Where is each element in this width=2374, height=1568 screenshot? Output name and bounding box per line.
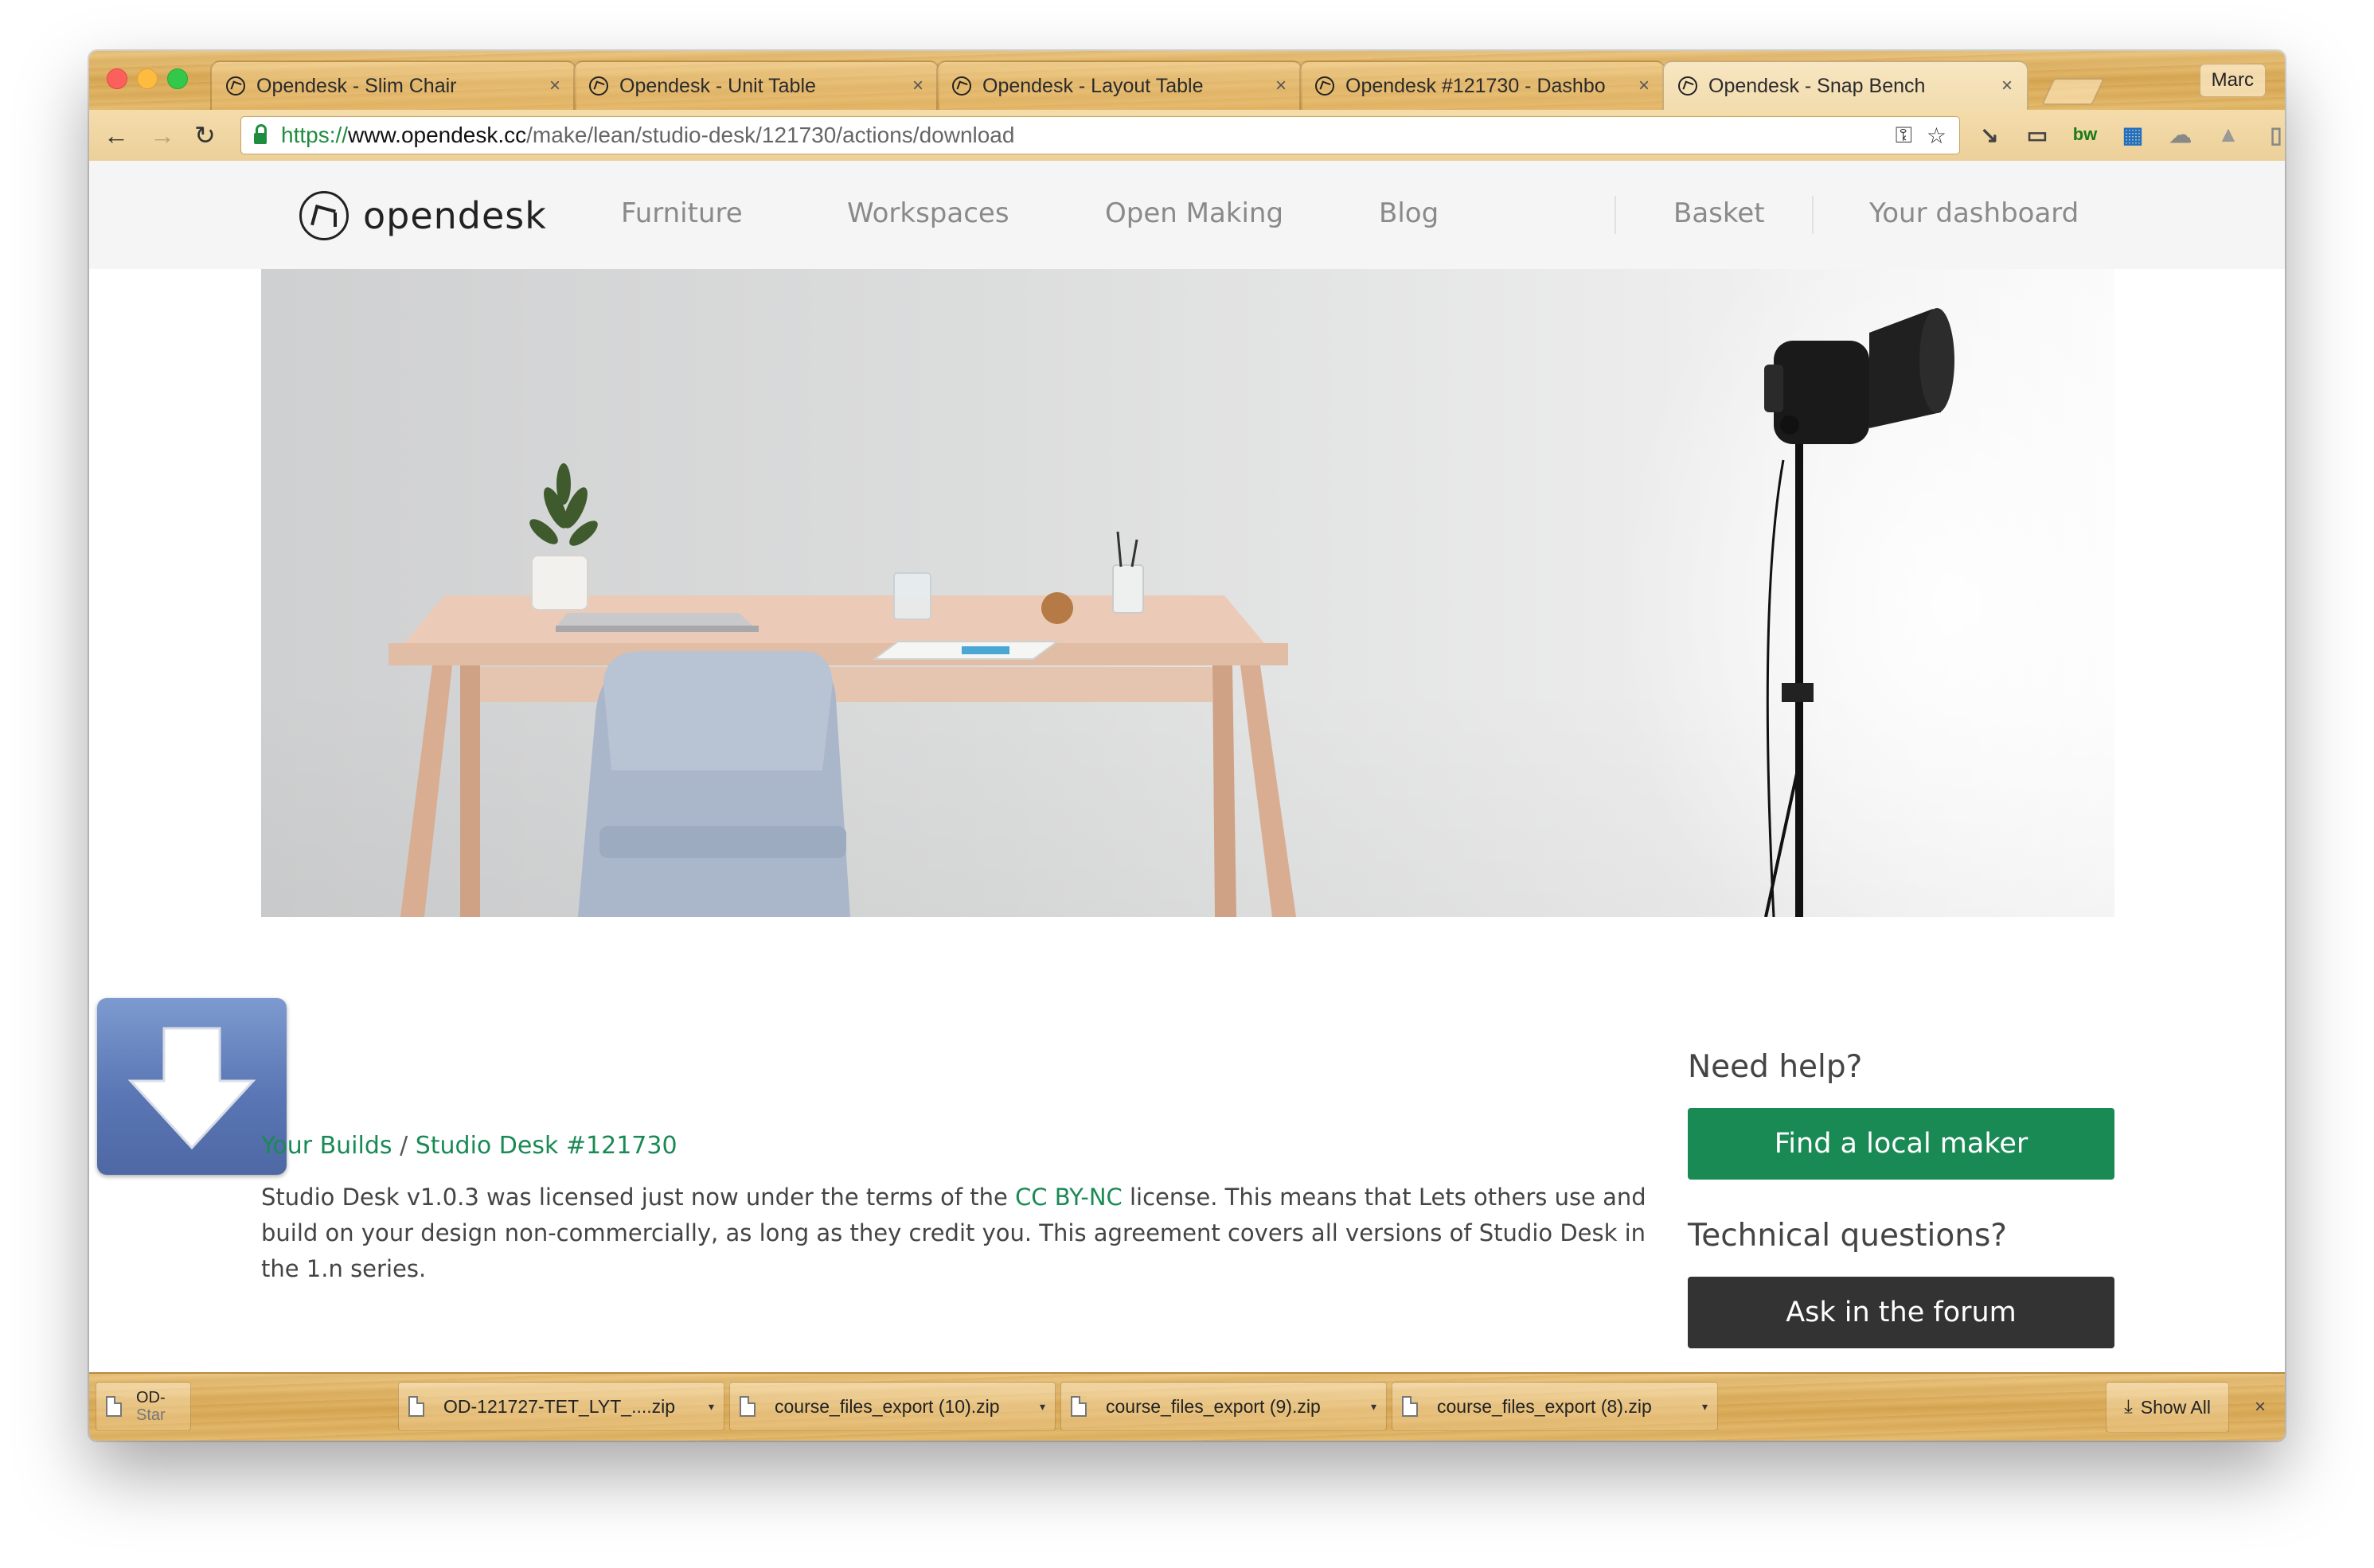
reload-icon[interactable]: ↻: [194, 121, 216, 150]
browser-toolbar: ← → ↻ https://www.opendesk.cc/make/lean/…: [89, 110, 2285, 162]
tab-title: Opendesk - Unit Table: [619, 74, 816, 97]
download-icon: ⤓: [2124, 1396, 2133, 1418]
nav-blog[interactable]: Blog: [1379, 197, 1439, 229]
chevron-down-icon[interactable]: ▾: [1040, 1400, 1045, 1414]
download-item-partial[interactable]: OD- Star: [96, 1382, 191, 1431]
download-partial-status: Star: [136, 1406, 166, 1424]
need-help-heading: Need help?: [1688, 1049, 1863, 1085]
download-filename: course_files_export (8).zip: [1437, 1395, 1652, 1417]
breadcrumb-your-builds[interactable]: Your Builds: [261, 1132, 392, 1160]
file-icon: [408, 1396, 424, 1417]
lock-icon: [254, 124, 267, 144]
nav-basket[interactable]: Basket: [1673, 197, 1765, 229]
tab-title: Opendesk - Layout Table: [982, 74, 1204, 97]
bookmark-star-icon[interactable]: ☆: [1927, 123, 1946, 149]
tab-slim-chair[interactable]: Opendesk - Slim Chair ×: [210, 60, 576, 110]
breadcrumb-separator: /: [392, 1132, 416, 1160]
opendesk-favicon-icon: [589, 76, 608, 96]
download-arrow-icon[interactable]: [97, 998, 287, 1175]
studio-desk-illustration: [389, 269, 2114, 917]
file-icon: [740, 1396, 756, 1417]
download-partial-name: OD-: [136, 1389, 166, 1406]
close-downloads-icon[interactable]: ×: [2255, 1396, 2266, 1418]
hero-image: [261, 269, 2114, 917]
downloads-bar: OD- Star OD-121727-TET_LYT_....zip ▾ cou…: [89, 1372, 2285, 1441]
opendesk-logo-icon: [299, 191, 349, 240]
opendesk-logo[interactable]: opendesk: [299, 191, 547, 240]
key-icon[interactable]: ⚿: [1896, 123, 1912, 149]
chevron-down-icon[interactable]: ▾: [1371, 1400, 1376, 1414]
extension-icons: ↘ ▭ bw ▦ ☁ ▲ ▯ ◪ ⋮: [1976, 121, 2285, 148]
new-tab-button[interactable]: [2041, 78, 2105, 105]
tab-close-icon[interactable]: ×: [2001, 75, 2013, 97]
show-all-label: Show All: [2140, 1396, 2211, 1418]
url-host: www.opendesk.cc: [348, 123, 527, 147]
nav-divider: [1615, 196, 1616, 234]
opendesk-favicon-icon: [226, 76, 245, 96]
url-scheme: https://: [281, 123, 349, 147]
download-filename: course_files_export (10).zip: [775, 1395, 1000, 1417]
web-page: opendesk Furniture Workspaces Open Makin…: [89, 161, 2285, 1426]
download-item[interactable]: course_files_export (9).zip ▾: [1060, 1382, 1387, 1431]
show-all-downloads-button[interactable]: ⤓ Show All: [2106, 1382, 2229, 1433]
technical-questions-heading: Technical questions?: [1688, 1218, 2007, 1254]
tab-unit-table[interactable]: Opendesk - Unit Table ×: [573, 60, 939, 110]
tab-dashboard[interactable]: Opendesk #121730 - Dashbo ×: [1299, 60, 1665, 110]
logo-text: opendesk: [363, 194, 547, 237]
breadcrumb: Your Builds / Studio Desk #121730: [261, 1132, 677, 1160]
tab-title: Opendesk #121730 - Dashbo: [1345, 74, 1606, 97]
license-text-start: Studio Desk v1.0.3 was licensed just now…: [261, 1184, 1016, 1211]
tab-close-icon[interactable]: ×: [912, 75, 923, 97]
breadcrumb-current[interactable]: Studio Desk #121730: [416, 1132, 677, 1160]
reader-extension-icon[interactable]: ▯: [2263, 121, 2285, 148]
nav-furniture[interactable]: Furniture: [621, 197, 743, 229]
download-filename: course_files_export (9).zip: [1106, 1395, 1321, 1417]
nav-your-dashboard[interactable]: Your dashboard: [1869, 197, 2079, 229]
nav-divider: [1812, 196, 1814, 234]
zoom-window-button[interactable]: [167, 68, 188, 89]
tab-close-icon[interactable]: ×: [1638, 75, 1650, 97]
find-local-maker-button[interactable]: Find a local maker: [1688, 1108, 2114, 1180]
tab-snap-bench[interactable]: Opendesk - Snap Bench ×: [1662, 60, 2028, 110]
url-path: /make/lean/studio-desk/121730/actions/do…: [526, 123, 1015, 147]
license-description: Studio Desk v1.0.3 was licensed just now…: [261, 1180, 1678, 1287]
address-bar[interactable]: https://www.opendesk.cc/make/lean/studio…: [240, 116, 1960, 154]
tab-title: Opendesk - Slim Chair: [256, 74, 457, 97]
tab-close-icon[interactable]: ×: [1275, 75, 1287, 97]
url-text[interactable]: https://www.opendesk.cc/make/lean/studio…: [281, 123, 1896, 148]
tab-title: Opendesk - Snap Bench: [1708, 74, 1926, 97]
back-arrow-icon[interactable]: ←: [103, 121, 129, 150]
file-icon: [1071, 1396, 1087, 1417]
file-icon: [106, 1396, 122, 1417]
browser-window: Opendesk - Slim Chair × Opendesk - Unit …: [89, 51, 2285, 1441]
opendesk-favicon-icon: [1678, 76, 1697, 96]
cc-by-nc-link[interactable]: CC BY-NC: [1015, 1184, 1123, 1211]
opendesk-favicon-icon: [1315, 76, 1334, 96]
nav-workspaces[interactable]: Workspaces: [847, 197, 1009, 229]
chevron-down-icon[interactable]: ▾: [709, 1400, 714, 1414]
opendesk-favicon-icon: [952, 76, 971, 96]
close-window-button[interactable]: [107, 68, 127, 89]
drive-extension-icon[interactable]: ▲: [2215, 121, 2242, 148]
cloud-extension-icon[interactable]: ☁: [2167, 121, 2194, 148]
ask-in-forum-button[interactable]: Ask in the forum: [1688, 1277, 2114, 1348]
tab-strip: Opendesk - Slim Chair × Opendesk - Unit …: [89, 51, 2285, 110]
profile-button[interactable]: Marc: [2199, 64, 2266, 97]
file-icon: [1402, 1396, 1418, 1417]
forward-arrow-icon[interactable]: →: [150, 121, 175, 150]
site-header: opendesk Furniture Workspaces Open Makin…: [89, 161, 2285, 269]
bw-extension-icon[interactable]: bw: [2071, 121, 2099, 148]
trello-extension-icon[interactable]: ▦: [2119, 121, 2146, 148]
pin-extension-icon[interactable]: ↘: [1976, 121, 2003, 148]
download-item[interactable]: course_files_export (8).zip ▾: [1392, 1382, 1718, 1431]
tab-layout-table[interactable]: Opendesk - Layout Table ×: [936, 60, 1302, 110]
chevron-down-icon[interactable]: ▾: [1702, 1400, 1708, 1414]
tab-close-icon[interactable]: ×: [549, 75, 560, 97]
download-item[interactable]: OD-121727-TET_LYT_....zip ▾: [398, 1382, 724, 1431]
nav-open-making[interactable]: Open Making: [1105, 197, 1283, 229]
download-filename: OD-121727-TET_LYT_....zip: [443, 1395, 676, 1417]
minimize-window-button[interactable]: [137, 68, 158, 89]
download-item[interactable]: course_files_export (10).zip ▾: [729, 1382, 1056, 1431]
toolbar-extension-icon[interactable]: ▭: [2024, 121, 2051, 148]
